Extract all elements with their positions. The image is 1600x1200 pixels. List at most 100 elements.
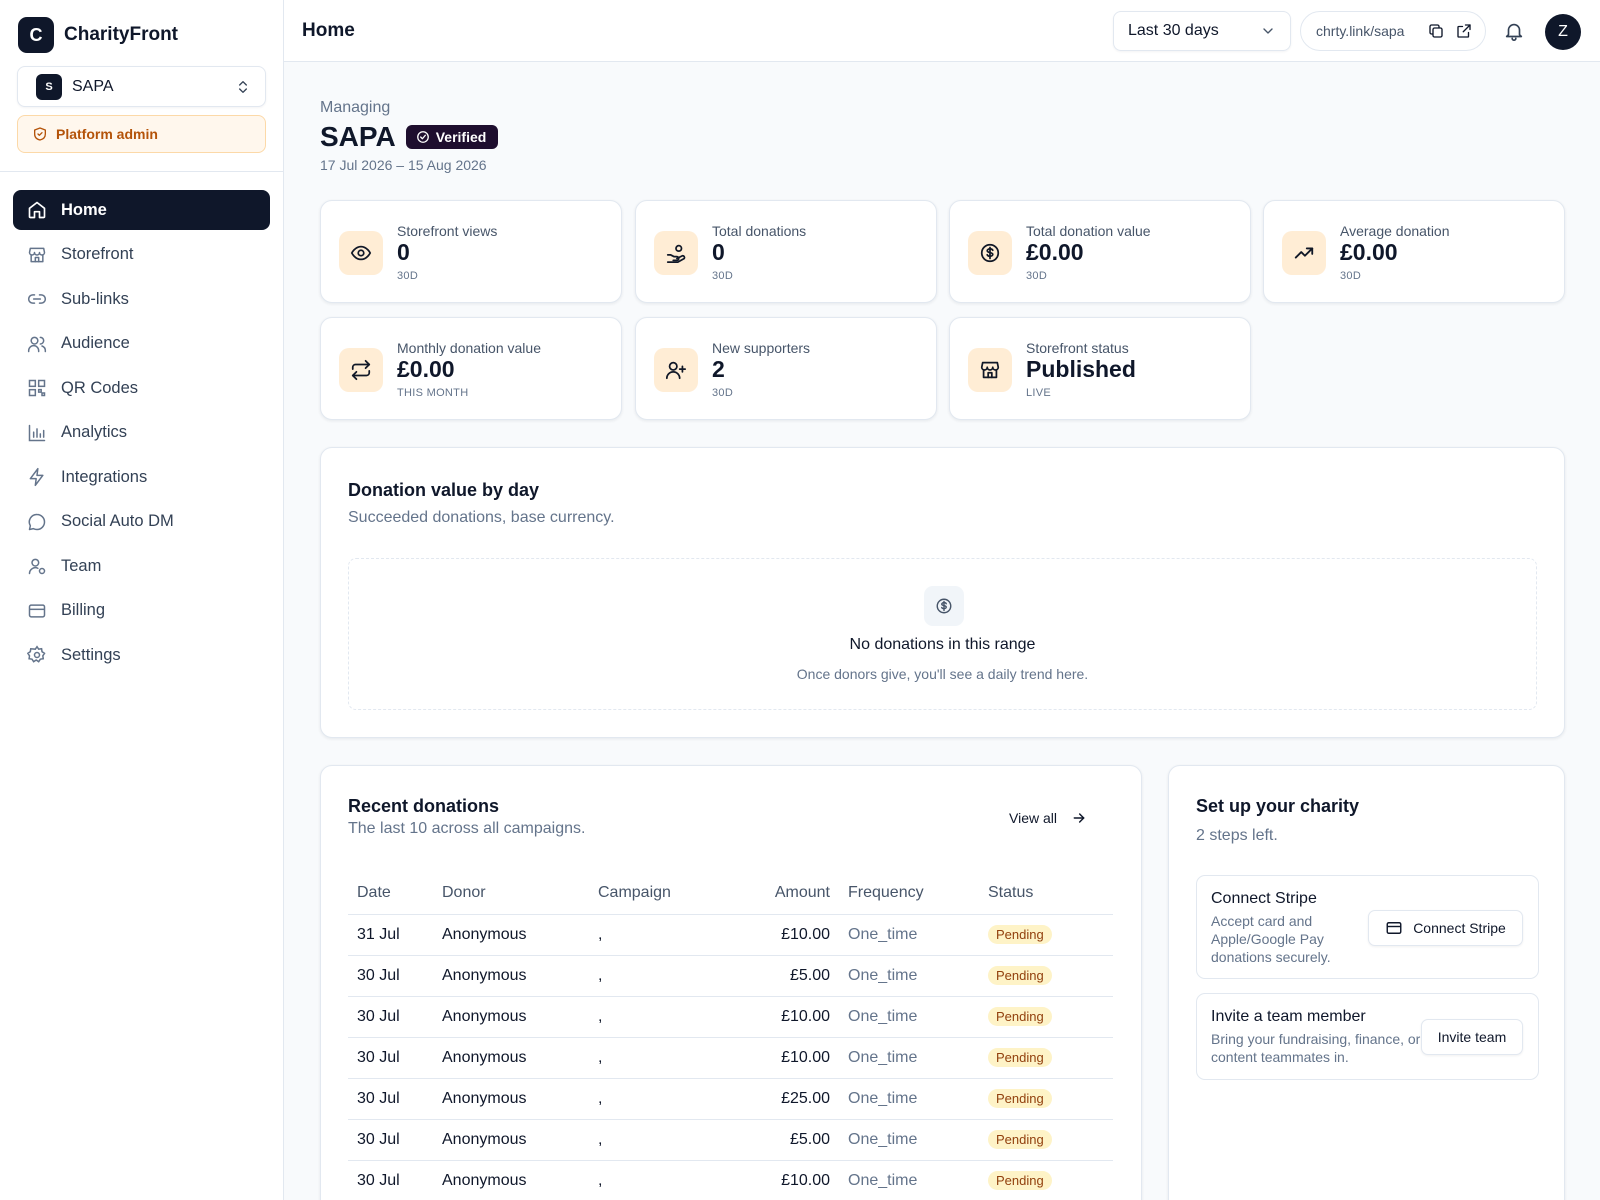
column-header-amount[interactable]: Amount <box>719 872 839 915</box>
stat-value: £0.00 <box>1026 239 1084 265</box>
cell-status: Pending <box>979 955 1113 997</box>
table-row[interactable]: 30 Jul Anonymous , £10.00 One_time Pendi… <box>348 1037 1113 1079</box>
sidebar-item-home[interactable]: Home <box>13 190 270 230</box>
cell-frequency: One_time <box>839 955 979 997</box>
sidebar-item-label: Settings <box>61 645 121 664</box>
cell-date: 30 Jul <box>348 955 433 997</box>
sidebar: C CharityFront S SAPA Platform admin Hom… <box>0 0 284 1200</box>
cell-date: 30 Jul <box>348 1078 433 1120</box>
sidebar-item-sub-links[interactable]: Sub-links <box>13 279 270 319</box>
recent-donations-subtitle: The last 10 across all campaigns. <box>348 820 586 837</box>
link-icon <box>27 289 47 309</box>
cell-campaign: , <box>589 996 719 1038</box>
stat-period: 30D <box>712 387 734 399</box>
stat-period: 30D <box>1026 270 1048 282</box>
stat-card-total-donation-value: Total donation value £0.00 30D <box>949 200 1251 303</box>
stat-period: LIVE <box>1026 387 1052 399</box>
org-title: SAPA <box>320 121 396 152</box>
cell-campaign: , <box>589 914 719 956</box>
sidebar-item-qr-codes[interactable]: QR Codes <box>13 368 270 408</box>
sidebar-item-audience[interactable]: Audience <box>13 324 270 364</box>
sidebar-item-integrations[interactable]: Integrations <box>13 457 270 497</box>
cell-status: Pending <box>979 996 1113 1038</box>
invite-team-button[interactable]: Invite team <box>1421 1019 1523 1055</box>
table-row[interactable]: 30 Jul Anonymous , £5.00 One_time Pendin… <box>348 955 1113 997</box>
cell-status: Pending <box>979 1037 1113 1079</box>
cell-frequency: One_time <box>839 1160 979 1200</box>
stat-label: Total donations <box>712 223 807 239</box>
invite-team-label: Invite team <box>1437 1029 1507 1045</box>
stat-value: 0 <box>712 239 725 265</box>
cell-amount: £10.00 <box>719 914 839 956</box>
copy-icon[interactable] <box>1427 22 1445 40</box>
org-switcher[interactable]: S SAPA <box>17 66 266 107</box>
cell-campaign: , <box>589 1160 719 1200</box>
cell-donor: Anonymous <box>433 996 589 1038</box>
short-link-text: chrty.link/sapa <box>1316 23 1405 39</box>
sidebar-item-billing[interactable]: Billing <box>13 591 270 631</box>
connect-stripe-button[interactable]: Connect Stripe <box>1368 910 1523 946</box>
stat-card-average-donation: Average donation £0.00 30D <box>1263 200 1565 303</box>
stat-card-monthly-donation-value: Monthly donation value £0.00 THIS MONTH <box>320 317 622 420</box>
shield-icon <box>32 126 48 142</box>
sidebar-item-team[interactable]: Team <box>13 546 270 586</box>
cell-campaign: , <box>589 1119 719 1161</box>
sidebar-item-analytics[interactable]: Analytics <box>13 413 270 453</box>
repeat-icon <box>339 348 383 392</box>
stat-label: Average donation <box>1340 223 1450 239</box>
sidebar-item-label: QR Codes <box>61 378 139 397</box>
status-badge: Pending <box>988 1130 1052 1149</box>
stat-value: Published <box>1026 356 1136 382</box>
sidebar-item-label: Social Auto DM <box>61 512 174 530</box>
column-header-frequency[interactable]: Frequency <box>839 872 979 915</box>
sidebar-item-social-auto-dm[interactable]: Social Auto DM <box>13 502 270 542</box>
table-row[interactable]: 30 Jul Anonymous , £10.00 One_time Pendi… <box>348 996 1113 1038</box>
donations-table: Date Donor Campaign Amount Frequency Sta… <box>348 872 1113 1200</box>
chart-subtitle: Succeeded donations, base currency. <box>348 509 615 526</box>
cell-amount: £10.00 <box>719 1160 839 1200</box>
check-circle-icon <box>416 130 430 144</box>
bell-icon[interactable] <box>1503 20 1525 42</box>
view-all-link[interactable]: View all <box>1009 810 1087 826</box>
table-row[interactable]: 30 Jul Anonymous , £25.00 One_time Pendi… <box>348 1078 1113 1120</box>
sidebar-item-storefront[interactable]: Storefront <box>13 235 270 275</box>
user-avatar[interactable]: Z <box>1545 14 1581 50</box>
stat-value: 0 <box>397 239 410 265</box>
column-header-campaign[interactable]: Campaign <box>589 872 719 915</box>
org-name: SAPA <box>72 77 114 95</box>
credit-card-icon <box>1385 919 1403 937</box>
gear-icon <box>27 645 47 665</box>
date-range-select[interactable]: Last 30 days <box>1113 11 1291 51</box>
brand[interactable]: C CharityFront <box>18 17 178 53</box>
verified-badge: Verified <box>405 125 499 149</box>
cell-frequency: One_time <box>839 1037 979 1079</box>
chevrons-up-down-icon <box>235 79 251 95</box>
trending-up-icon <box>1282 231 1326 275</box>
stat-label: Total donation value <box>1026 223 1151 239</box>
stat-value: £0.00 <box>397 356 455 382</box>
stat-card-new-supporters: New supporters 2 30D <box>635 317 937 420</box>
column-header-status[interactable]: Status <box>979 872 1113 915</box>
cell-frequency: One_time <box>839 914 979 956</box>
page-title: Home <box>302 20 355 41</box>
external-link-icon[interactable] <box>1455 22 1473 40</box>
cell-date: 30 Jul <box>348 1037 433 1079</box>
column-header-donor[interactable]: Donor <box>433 872 589 915</box>
table-row[interactable]: 31 Jul Anonymous , £10.00 One_time Pendi… <box>348 914 1113 956</box>
eye-icon <box>339 231 383 275</box>
stat-label: Storefront status <box>1026 340 1129 356</box>
step-description: Bring your fundraising, finance, or cont… <box>1211 1031 1421 1065</box>
stat-value: 2 <box>712 356 725 382</box>
sidebar-item-label: Audience <box>61 334 130 352</box>
table-row[interactable]: 30 Jul Anonymous , £5.00 One_time Pendin… <box>348 1119 1113 1161</box>
cell-status: Pending <box>979 1078 1113 1120</box>
store-icon <box>27 245 47 265</box>
bolt-icon <box>27 467 47 487</box>
table-row[interactable]: 30 Jul Anonymous , £10.00 One_time Pendi… <box>348 1160 1113 1200</box>
user-plus-icon <box>654 348 698 392</box>
stat-value: £0.00 <box>1340 239 1398 265</box>
sidebar-item-settings[interactable]: Settings <box>13 635 270 675</box>
managing-label: Managing <box>320 99 391 116</box>
column-header-date[interactable]: Date <box>348 872 433 915</box>
recent-donations-title: Recent donations <box>348 796 500 816</box>
